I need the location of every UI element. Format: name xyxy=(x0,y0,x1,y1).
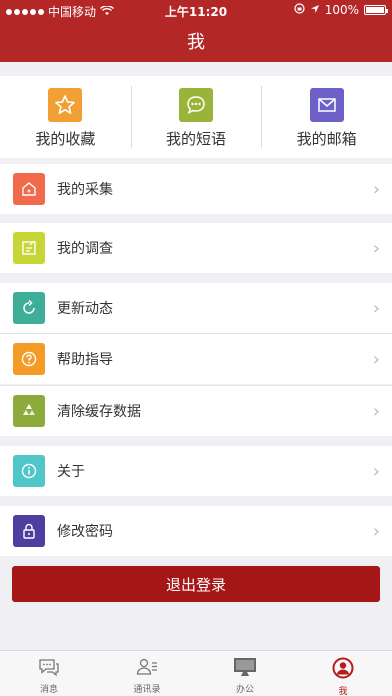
menu-change-password[interactable]: 修改密码 › xyxy=(0,506,392,556)
location-icon xyxy=(310,3,320,17)
chevron-right-icon: › xyxy=(372,348,380,370)
battery-percent: 100% xyxy=(324,3,359,17)
lock-icon xyxy=(13,515,45,547)
menu-label: 清除缓存数据 xyxy=(57,404,141,420)
quick-favorites[interactable]: 我的收藏 xyxy=(0,76,131,158)
menu-label: 关于 xyxy=(57,464,85,480)
menu-label: 我的采集 xyxy=(57,182,113,198)
tab-label: 办公 xyxy=(235,685,254,695)
menu-update-news[interactable]: 更新动态 › xyxy=(0,283,392,333)
quick-favorites-label: 我的收藏 xyxy=(35,130,96,148)
chevron-right-icon: › xyxy=(372,460,380,482)
chevron-right-icon: › xyxy=(372,520,380,542)
chat-bubble-icon xyxy=(179,88,213,122)
menu-help-guide[interactable]: 帮助指导 › xyxy=(0,334,392,384)
menu-my-survey[interactable]: 我的调查 › xyxy=(0,223,392,273)
mail-icon xyxy=(309,88,344,122)
tab-office[interactable]: 办公 xyxy=(196,651,294,696)
tab-label: 通讯录 xyxy=(133,685,161,695)
menu-label: 帮助指导 xyxy=(57,352,113,368)
profile-icon xyxy=(332,657,354,682)
menu-label: 我的调查 xyxy=(57,241,113,257)
contacts-icon xyxy=(135,657,159,680)
tab-label: 我 xyxy=(338,687,348,696)
menu-label: 修改密码 xyxy=(57,524,113,540)
menu-label: 更新动态 xyxy=(57,301,113,317)
status-bar: 中国移动 上午11:20 100% xyxy=(0,0,392,20)
tab-contacts[interactable]: 通讯录 xyxy=(98,651,196,696)
info-icon xyxy=(13,455,45,487)
quick-phrases-label: 我的短语 xyxy=(166,130,227,148)
menu-my-collection[interactable]: 我的采集 › xyxy=(0,164,392,214)
tab-messages[interactable]: 消息 xyxy=(0,651,98,696)
quick-phrases[interactable]: 我的短语 xyxy=(130,76,262,158)
quick-actions: 我的收藏 我的短语 我的邮箱 xyxy=(0,76,392,158)
recycle-icon xyxy=(13,395,45,427)
chevron-right-icon: › xyxy=(372,297,380,319)
header-bar: 中国移动 上午11:20 100% 我 xyxy=(0,0,392,62)
edit-note-icon xyxy=(13,232,45,264)
menu-about[interactable]: 关于 › xyxy=(0,446,392,496)
tab-me[interactable]: 我 xyxy=(294,651,392,696)
logout-button[interactable]: 退出登录 xyxy=(12,566,380,602)
rotation-lock-icon xyxy=(294,3,305,17)
tab-label: 消息 xyxy=(39,685,58,695)
monitor-icon xyxy=(232,657,258,680)
chevron-right-icon: › xyxy=(372,178,380,200)
refresh-icon xyxy=(13,292,45,324)
quick-mailbox-label: 我的邮箱 xyxy=(296,130,357,148)
quick-mailbox[interactable]: 我的邮箱 xyxy=(261,76,392,158)
chevron-right-icon: › xyxy=(372,237,380,259)
question-icon xyxy=(13,343,45,375)
home-icon xyxy=(13,173,45,205)
battery-icon xyxy=(364,5,388,15)
chevron-right-icon: › xyxy=(372,400,380,422)
star-icon xyxy=(48,88,83,122)
tab-bar: 消息 通讯录 办公 我 xyxy=(0,650,392,696)
page-title: 我 xyxy=(187,32,205,53)
menu-clear-cache[interactable]: 清除缓存数据 › xyxy=(0,386,392,436)
chat-icon xyxy=(37,657,61,680)
